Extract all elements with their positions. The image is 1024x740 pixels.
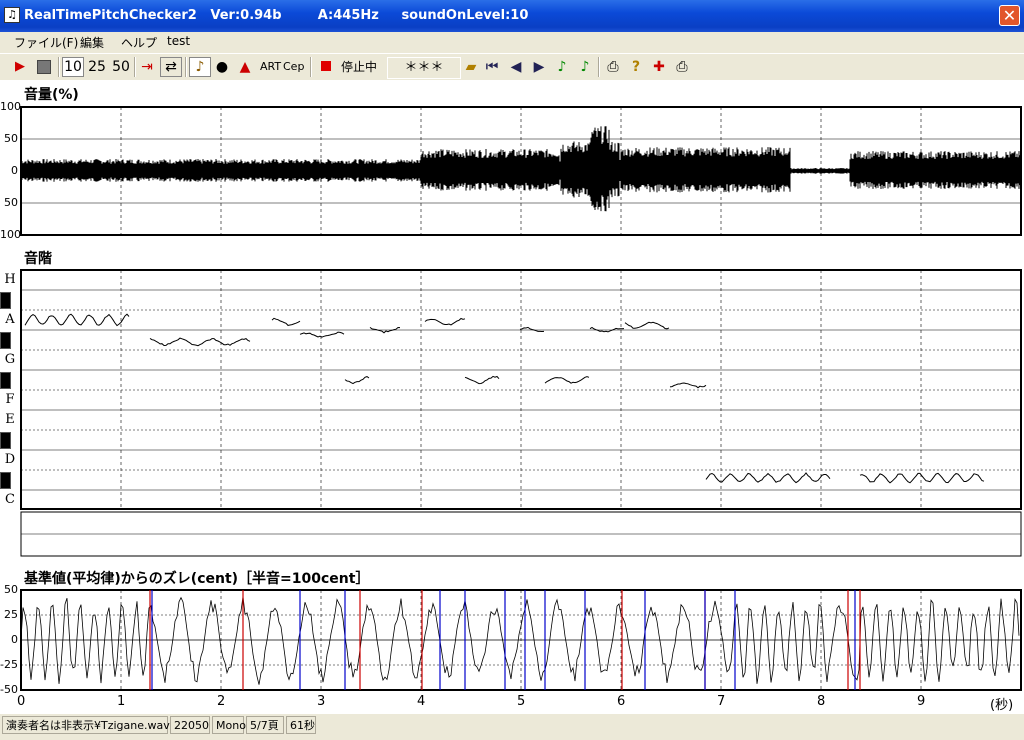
- scale-panel: [20, 269, 1022, 510]
- person-icon[interactable]: ●: [213, 57, 231, 77]
- skip-start-icon[interactable]: ⏮: [483, 57, 501, 77]
- menu-edit[interactable]: 編集: [80, 34, 104, 51]
- play-icon[interactable]: ▶: [11, 57, 29, 77]
- violin-icon[interactable]: ♪: [189, 57, 211, 77]
- record-stop-icon[interactable]: [318, 57, 334, 77]
- menu-file[interactable]: ファイル(F): [14, 34, 78, 51]
- status-file: 演奏者名は非表示¥Tzigane.wav: [2, 716, 170, 734]
- status-page: 5/7頁: [246, 716, 284, 734]
- menu-bar: ファイル(F) 編集 ヘルプ test: [0, 32, 1024, 52]
- toolbar: ▶ 10 25 50 ⇥ ⇄ ♪ ● ▲ ART Cep 停止中 ＊＊＊ ▰ ⏮…: [0, 53, 1024, 81]
- title-bar: ♫ RealTimePitchChecker2 Ver:0.94b A:445H…: [0, 0, 1024, 32]
- cep-button[interactable]: Cep: [283, 57, 304, 77]
- print-preview-icon[interactable]: ⎙: [673, 57, 691, 77]
- status-bar: 演奏者名は非表示¥Tzigane.wav 22050 Mono 5/7頁 61秒: [0, 714, 1024, 740]
- pitch-plots: [20, 106, 1022, 691]
- note-outline-icon[interactable]: ♪: [576, 57, 594, 77]
- status-duration: 61秒: [286, 716, 316, 734]
- status-rate: 22050: [170, 716, 210, 734]
- loop-icon[interactable]: ⇄: [160, 57, 182, 77]
- step-forward-icon[interactable]: ▶: [530, 57, 548, 77]
- stop-button[interactable]: [33, 57, 55, 77]
- menu-test[interactable]: test: [167, 34, 190, 48]
- help-icon[interactable]: ?: [627, 57, 645, 77]
- open-folder-icon[interactable]: ▰: [462, 57, 480, 77]
- print-icon[interactable]: ⎙: [604, 57, 622, 77]
- status-channels: Mono: [212, 716, 246, 734]
- window-title: RealTimePitchChecker2 Ver:0.94b A:445Hz …: [24, 8, 529, 23]
- status-label: 停止中: [340, 60, 377, 74]
- zoom-25-button[interactable]: 25: [86, 57, 108, 77]
- note-green-icon[interactable]: ♪: [553, 57, 571, 77]
- note-display: ＊＊＊: [387, 57, 461, 79]
- cursor-icon[interactable]: ✚: [650, 57, 668, 77]
- step-back-icon[interactable]: ◀: [507, 57, 525, 77]
- art-button[interactable]: ART: [260, 57, 281, 77]
- plot-area: 音量(%) 100 50 0 50 100 音階 H A G F E D C 基…: [0, 80, 1024, 714]
- app-icon: ♫: [4, 7, 20, 23]
- close-button[interactable]: ✕: [999, 5, 1020, 26]
- singer-icon[interactable]: ▲: [236, 57, 254, 77]
- jump-end-icon[interactable]: ⇥: [138, 57, 156, 77]
- zoom-50-button[interactable]: 50: [110, 57, 132, 77]
- zoom-10-button[interactable]: 10: [62, 57, 84, 77]
- menu-help[interactable]: ヘルプ: [121, 34, 157, 51]
- stop-icon: [37, 60, 51, 74]
